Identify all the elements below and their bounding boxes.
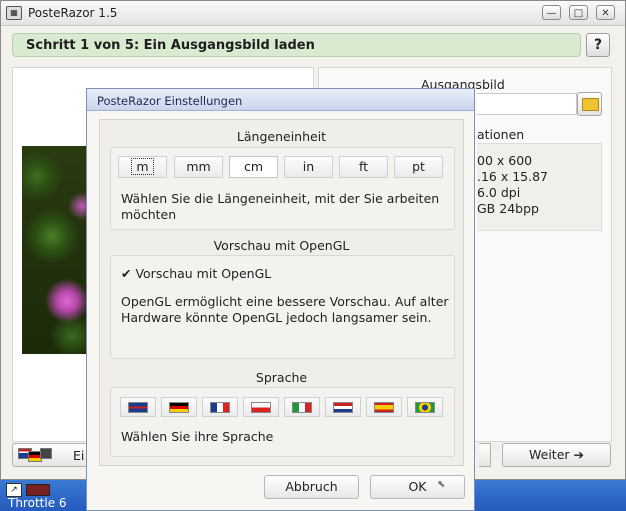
- language-button-english[interactable]: [120, 397, 156, 417]
- unit-button-mm[interactable]: mm: [174, 156, 223, 178]
- image-info-heading: ationen: [477, 127, 525, 142]
- throttle-app-icon[interactable]: [26, 484, 50, 496]
- taskbar-item-label[interactable]: Throttle 6: [8, 496, 67, 510]
- unit-button-ft[interactable]: ft: [339, 156, 388, 178]
- language-description: Wählen Sie ihre Sprache: [121, 429, 274, 444]
- step-title: Schritt 1 von 5: Ein Ausgangsbild laden: [26, 38, 315, 53]
- dialog-title-bar[interactable]: PosteRazor Einstellungen: [87, 89, 474, 111]
- opengl-description: OpenGL ermöglicht eine bessere Vorschau.…: [121, 294, 449, 325]
- settings-flags-icon: [18, 448, 52, 462]
- language-button-spanish[interactable]: [366, 397, 402, 417]
- opengl-heading: Vorschau mit OpenGL: [213, 238, 350, 253]
- shortcut-arrow-icon: ↗: [6, 483, 22, 497]
- french-flag-icon: [210, 402, 230, 413]
- unit-label-pt: pt: [412, 159, 425, 174]
- unit-label-mm: mm: [186, 159, 211, 174]
- window-title: PosteRazor 1.5: [28, 6, 118, 20]
- settings-dialog: PosteRazor Einstellungen Längeneinheit m…: [86, 88, 475, 511]
- unit-heading: Längeneinheit: [236, 129, 327, 144]
- minimize-button[interactable]: —: [542, 5, 561, 20]
- title-bar[interactable]: ▦ PosteRazor 1.5 — □ ✕: [1, 1, 625, 26]
- language-button-polish[interactable]: [243, 397, 279, 417]
- language-button-french[interactable]: [202, 397, 238, 417]
- english-flag-icon: [128, 402, 148, 413]
- folder-icon: [582, 98, 599, 111]
- brazilian-flag-icon: [415, 402, 435, 413]
- opengl-checkbox[interactable]: ✔ Vorschau mit OpenGL: [121, 266, 271, 282]
- unit-label-cm: cm: [243, 159, 264, 174]
- language-button-german[interactable]: [161, 397, 197, 417]
- unit-label-m: m: [131, 158, 154, 175]
- unit-description: Wählen Sie die Längeneinheit, mit der Si…: [121, 191, 440, 222]
- language-heading: Sprache: [255, 370, 308, 385]
- image-resolution: 6.0 dpi: [477, 185, 521, 200]
- unit-button-pt[interactable]: pt: [394, 156, 443, 178]
- source-image-preview: [22, 146, 92, 354]
- language-button-brazilian[interactable]: [407, 397, 443, 417]
- unit-button-cm[interactable]: cm: [229, 156, 278, 178]
- unit-label-in: in: [302, 159, 315, 174]
- maximize-button[interactable]: □: [569, 5, 588, 20]
- language-button-italian[interactable]: [284, 397, 320, 417]
- unit-button-in[interactable]: in: [284, 156, 333, 178]
- dialog-title: PosteRazor Einstellungen: [97, 94, 243, 108]
- help-button[interactable]: ?: [586, 33, 610, 57]
- app-icon: ▦: [6, 6, 22, 20]
- dialog-body: Längeneinheit m mm cm in ft pt Wählen Si…: [99, 119, 464, 466]
- image-size-cm: .16 x 15.87: [477, 169, 549, 184]
- next-button[interactable]: Weiter ➔: [502, 443, 611, 467]
- previous-button[interactable]: [479, 443, 491, 467]
- image-color-type: GB 24bpp: [477, 201, 539, 216]
- cancel-button[interactable]: Abbruch: [264, 475, 359, 499]
- italian-flag-icon: [292, 402, 312, 413]
- source-path-field[interactable]: [477, 93, 577, 115]
- language-button-dutch[interactable]: [325, 397, 361, 417]
- german-flag-icon: [169, 402, 189, 413]
- mouse-cursor-icon: ⬉: [437, 479, 446, 490]
- image-size-px: 00 x 600: [477, 153, 533, 168]
- polish-flag-icon: [251, 402, 271, 413]
- dutch-flag-icon: [333, 402, 353, 413]
- settings-button-label: Ei: [73, 448, 85, 463]
- step-banner: Schritt 1 von 5: Ein Ausgangsbild laden: [12, 33, 581, 57]
- open-file-button[interactable]: [577, 92, 602, 116]
- unit-label-ft: ft: [358, 159, 369, 174]
- spanish-flag-icon: [374, 402, 394, 413]
- close-button[interactable]: ✕: [596, 5, 615, 20]
- unit-button-m[interactable]: m: [118, 156, 167, 178]
